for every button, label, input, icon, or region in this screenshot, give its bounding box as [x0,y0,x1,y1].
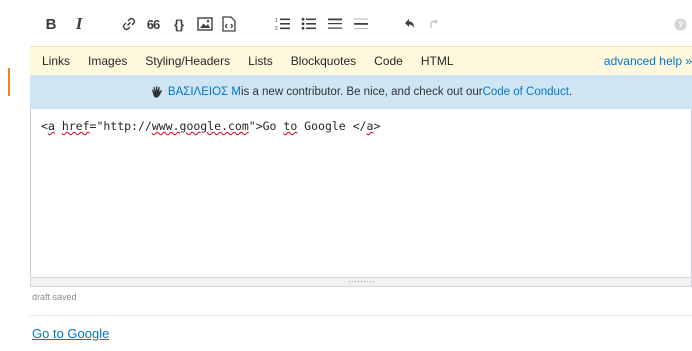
help-button[interactable]: ? [672,14,688,34]
draft-status: draft saved [32,292,77,302]
numbered-list-button[interactable]: 1 2 [274,14,292,34]
heading-button[interactable] [326,14,344,34]
help-link-styling-headers[interactable]: Styling/Headers [145,54,230,68]
advanced-help-link[interactable]: advanced help » [604,54,692,68]
left-accent-bar [8,68,10,96]
blockquote-button[interactable]: 66 [144,14,162,34]
bulleted-list-icon [301,17,316,30]
image-icon [197,17,213,31]
post-body-textarea[interactable]: <a href="http://www.google.com">Go to Go… [30,109,692,278]
code-token: < [41,119,48,133]
redo-button[interactable] [426,14,442,34]
grip-dots [348,280,374,284]
italic-button[interactable]: I [72,14,86,34]
horizontal-rule-icon [354,18,368,29]
help-link-blockquotes[interactable]: Blockquotes [291,54,356,68]
code-sample-button[interactable]: {} [170,14,188,34]
code-sample-icon: {} [173,16,185,32]
code-token: to [283,119,298,133]
link-button[interactable] [120,14,138,34]
code-token: href [61,119,90,133]
help-link-links[interactable]: Links [42,54,70,68]
editor-toolbar: B I 66 {} 1 2 ? [30,2,692,46]
link-icon [122,17,136,31]
code-token: www.google.com [151,119,249,133]
svg-text:?: ? [677,19,682,29]
undo-button[interactable] [402,14,418,34]
code-token: ">Go [248,119,284,133]
image-button[interactable] [196,14,214,34]
notice-text: is a new contributor. Be nice, and check… [240,86,483,98]
markdown-editor: B I 66 {} 1 2 ? Links Images Styling/Hea… [30,2,692,287]
textarea-content: <a href="http://www.google.com">Go to Go… [41,119,380,133]
notice-end: . [568,86,573,98]
markdown-help-bar: Links Images Styling/Headers Lists Block… [30,46,692,76]
undo-icon [405,19,414,28]
contributor-username-link[interactable]: ΒΑΣΙΛΕΙΟΣ Μ [168,86,241,98]
code-token: ="http:// [89,119,152,133]
svg-text:1: 1 [275,18,278,24]
preview-divider [30,315,692,316]
new-contributor-notice: ΒΑΣΙΛΕΙΟΣ Μ is a new contributor. Be nic… [30,75,692,109]
numbered-list-icon: 1 2 [275,18,290,31]
italic-icon: I [75,14,83,33]
bold-button[interactable]: B [44,14,58,34]
help-link-code[interactable]: Code [374,54,403,68]
code-of-conduct-link[interactable]: Code of Conduct [483,86,569,98]
snippet-icon [222,16,236,32]
help-link-html[interactable]: HTML [421,54,454,68]
heading-icon [328,18,342,29]
code-token: a [47,119,55,133]
bold-icon: B [45,15,57,33]
wave-hand-icon [150,85,164,99]
bulleted-list-button[interactable] [300,14,318,34]
help-link-images[interactable]: Images [88,54,127,68]
help-link-lists[interactable]: Lists [248,54,273,68]
help-icon: ? [674,18,686,30]
blockquote-icon: 66 [146,16,161,32]
snippet-button[interactable] [220,14,238,34]
preview-link[interactable]: Go to Google [32,326,109,341]
svg-text:2: 2 [275,26,278,31]
code-token: > [373,119,381,133]
resize-grip[interactable] [30,277,692,287]
redo-icon [430,19,438,28]
horizontal-rule-button[interactable] [352,14,370,34]
code-token: Google </ [297,119,367,133]
